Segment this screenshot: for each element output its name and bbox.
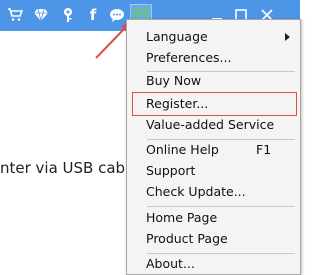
shortcut-label: F1 [256, 142, 272, 157]
main-content: nter via USB cable [0, 31, 130, 275]
chat-icon[interactable] [108, 6, 126, 24]
facebook-icon[interactable]: f [84, 6, 102, 24]
menu-item-online-help[interactable]: Online Help F1 [133, 139, 296, 161]
menu-item-value-added-service[interactable]: Value-added Service [133, 114, 296, 136]
diamond-icon[interactable] [32, 6, 50, 24]
usb-connect-text: nter via USB cable [0, 159, 130, 177]
menu-item-check-update[interactable]: Check Update... [133, 181, 296, 203]
menu-item-home-page[interactable]: Home Page [133, 207, 296, 229]
menu-item-preferences[interactable]: Preferences... [133, 47, 296, 69]
submenu-arrow-icon [285, 33, 290, 41]
menu-item-about[interactable]: About... [133, 253, 296, 275]
cart-icon[interactable] [6, 6, 24, 24]
key-icon[interactable] [59, 6, 77, 24]
menu-item-register[interactable]: Register... [132, 92, 297, 116]
menu-item-buy-now[interactable]: Buy Now [133, 70, 296, 92]
menu-item-support[interactable]: Support [133, 160, 296, 182]
menu-item-product-page[interactable]: Product Page [133, 228, 296, 250]
menu-item-language[interactable]: Language [133, 26, 296, 48]
main-menu-dropdown: Language Preferences... Buy Now Register… [126, 19, 301, 275]
